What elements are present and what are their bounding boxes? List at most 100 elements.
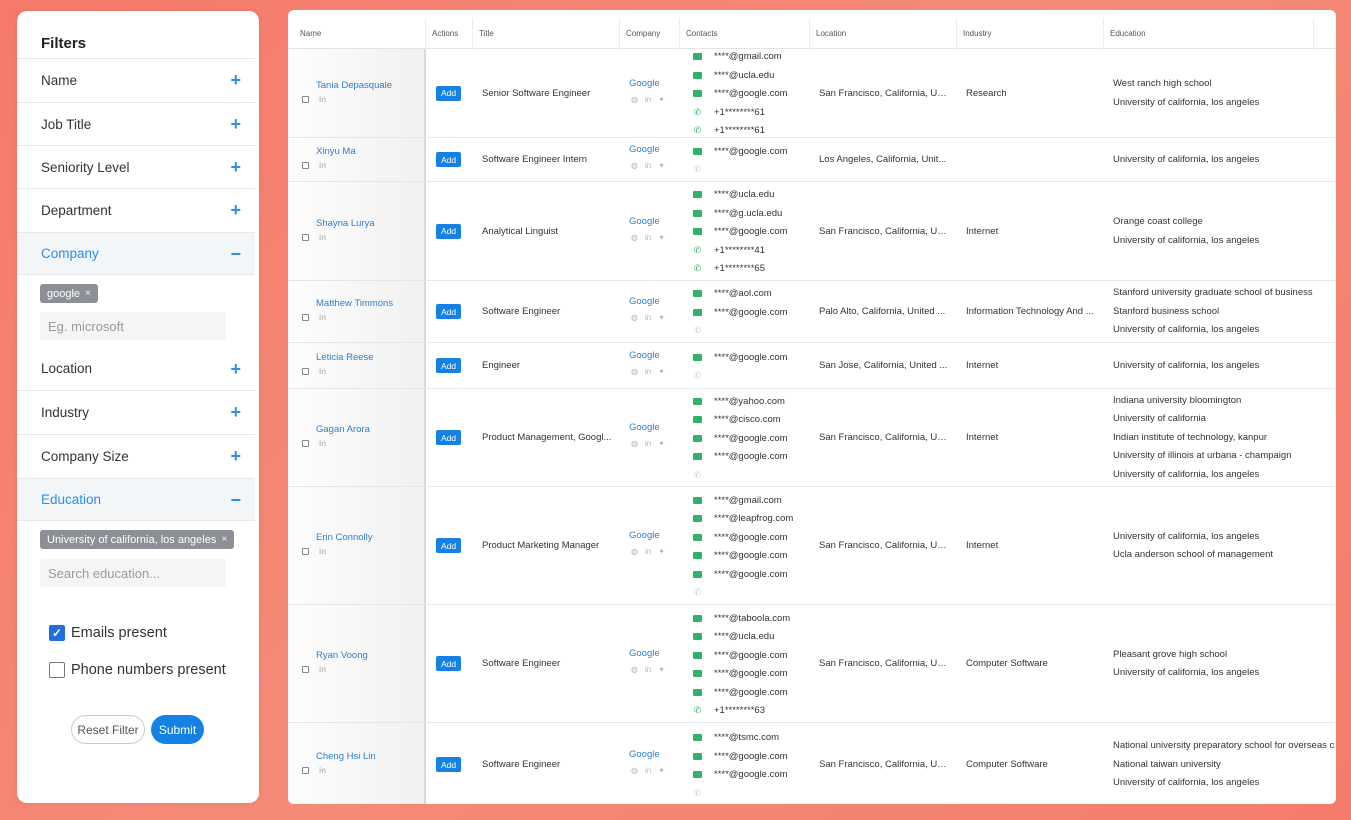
contact-item[interactable]: ****@google.com <box>693 352 788 363</box>
contact-item[interactable]: ****@google.com <box>693 569 788 580</box>
contact-item[interactable]: ****@ucla.edu <box>693 631 774 642</box>
contact-item[interactable]: ****@ucla.edu <box>693 189 774 200</box>
plus-icon[interactable]: + <box>230 403 241 421</box>
globe-icon[interactable]: ◍ <box>631 95 638 104</box>
company-link[interactable]: Google <box>629 216 660 227</box>
plus-icon[interactable]: + <box>230 447 241 465</box>
linkedin-icon[interactable]: in <box>319 161 326 170</box>
close-icon[interactable]: × <box>221 534 227 545</box>
contact-item[interactable]: ****@google.com <box>693 687 788 698</box>
add-button[interactable]: Add <box>436 85 461 101</box>
filter-company[interactable]: Company − <box>17 232 255 275</box>
linkedin-icon[interactable]: in <box>645 161 651 170</box>
contact-item[interactable]: ****@leapfrog.com <box>693 513 793 524</box>
linkedin-icon[interactable]: in <box>645 547 651 556</box>
contact-item[interactable]: ****@google.com <box>693 88 788 99</box>
contact-item[interactable]: ****@ucla.edu <box>693 70 774 81</box>
linkedin-icon[interactable]: in <box>645 439 651 448</box>
reset-filter-button[interactable]: Reset Filter <box>71 715 145 744</box>
person-name-link[interactable]: Leticia Reese <box>316 352 374 363</box>
contact-item[interactable]: ****@yahoo.com <box>693 396 785 407</box>
person-name-link[interactable]: Erin Connolly <box>316 532 373 543</box>
contact-item[interactable]: ****@google.com <box>693 307 788 318</box>
contact-item[interactable]: ****@google.com <box>693 751 788 762</box>
add-button[interactable]: Add <box>436 152 461 167</box>
add-button[interactable]: Add <box>436 656 461 671</box>
contact-item[interactable]: ****@gmail.com <box>693 51 782 62</box>
person-name-link[interactable]: Shayna Lurya <box>316 218 375 229</box>
contact-item[interactable]: ****@g.ucla.edu <box>693 208 782 219</box>
company-chip[interactable]: google × <box>40 284 98 303</box>
linkedin-icon[interactable]: in <box>645 665 651 674</box>
filter-department[interactable]: Department + <box>17 188 255 231</box>
minus-icon[interactable]: − <box>230 491 241 509</box>
contact-item[interactable]: ✆ <box>693 325 714 336</box>
globe-icon[interactable]: ◍ <box>631 766 638 775</box>
company-link[interactable]: Google <box>629 144 660 155</box>
contact-item[interactable]: ****@google.com <box>693 433 788 444</box>
contact-item[interactable]: ****@google.com <box>693 532 788 543</box>
contact-item[interactable]: ****@google.com <box>693 650 788 661</box>
globe-icon[interactable]: ◍ <box>631 367 638 376</box>
contact-item[interactable]: ✆ +1********65 <box>693 263 765 274</box>
plus-icon[interactable]: + <box>230 71 241 89</box>
filter-industry[interactable]: Industry + <box>17 390 255 433</box>
linkedin-icon[interactable]: in <box>645 233 651 242</box>
company-link[interactable]: Google <box>629 350 660 361</box>
contact-item[interactable]: ✆ <box>693 470 714 481</box>
contact-item[interactable]: ✆ <box>693 587 714 598</box>
person-name-link[interactable]: Gagan Arora <box>316 424 370 435</box>
add-button[interactable]: Add <box>436 223 461 239</box>
globe-icon[interactable]: ◍ <box>631 233 638 242</box>
row-checkbox[interactable] <box>302 548 309 555</box>
add-button[interactable]: Add <box>436 538 461 553</box>
linkedin-icon[interactable]: in <box>319 313 326 322</box>
linkedin-icon[interactable]: in <box>645 367 651 376</box>
person-name-link[interactable]: Tania Depasquale <box>316 80 392 91</box>
header-location[interactable]: Location <box>810 18 957 49</box>
twitter-icon[interactable]: ✦ <box>658 766 665 775</box>
add-button[interactable]: Add <box>436 304 461 319</box>
education-search-input[interactable] <box>40 559 226 587</box>
contact-item[interactable]: ****@tsmc.com <box>693 732 779 743</box>
filter-location[interactable]: Location + <box>17 347 255 390</box>
plus-icon[interactable]: + <box>230 158 241 176</box>
globe-icon[interactable]: ◍ <box>631 313 638 322</box>
filter-company-size[interactable]: Company Size + <box>17 434 255 477</box>
row-checkbox[interactable] <box>302 314 309 321</box>
add-button[interactable]: Add <box>436 757 461 772</box>
company-link[interactable]: Google <box>629 648 660 659</box>
contact-item[interactable]: ****@cisco.com <box>693 414 781 425</box>
add-button[interactable]: Add <box>436 430 461 445</box>
row-checkbox[interactable] <box>302 767 309 774</box>
submit-button[interactable]: Submit <box>151 715 204 744</box>
linkedin-icon[interactable]: in <box>319 547 326 556</box>
row-checkbox[interactable] <box>302 95 309 103</box>
linkedin-icon[interactable]: in <box>319 766 326 775</box>
contact-item[interactable]: ****@google.com <box>693 769 788 780</box>
contact-item[interactable]: ✆ <box>693 788 714 799</box>
linkedin-icon[interactable]: in <box>319 367 326 376</box>
contact-item[interactable]: ****@google.com <box>693 668 788 679</box>
filter-job-title[interactable]: Job Title + <box>17 102 255 145</box>
filter-seniority-level[interactable]: Seniority Level + <box>17 145 255 188</box>
filter-name[interactable]: Name + <box>17 58 255 101</box>
twitter-icon[interactable]: ✦ <box>658 233 665 242</box>
linkedin-icon[interactable]: in <box>645 766 651 775</box>
contact-item[interactable]: ****@google.com <box>693 226 788 237</box>
contact-item[interactable]: ****@google.com <box>693 550 788 561</box>
contact-item[interactable]: ✆ <box>693 164 714 175</box>
filter-education[interactable]: Education − <box>17 478 255 521</box>
plus-icon[interactable]: + <box>230 201 241 219</box>
linkedin-icon[interactable]: in <box>319 95 326 104</box>
emails-present-checkbox[interactable]: ✓ Emails present <box>49 625 167 641</box>
contact-item[interactable]: ✆ +1********61 <box>693 107 765 118</box>
globe-icon[interactable]: ◍ <box>631 161 638 170</box>
header-company[interactable]: Company <box>620 18 680 49</box>
globe-icon[interactable]: ◍ <box>631 665 638 674</box>
company-link[interactable]: Google <box>629 78 660 89</box>
header-name[interactable]: Name <box>294 18 426 49</box>
company-link[interactable]: Google <box>629 296 660 307</box>
minus-icon[interactable]: − <box>230 245 241 263</box>
twitter-icon[interactable]: ✦ <box>658 665 665 674</box>
